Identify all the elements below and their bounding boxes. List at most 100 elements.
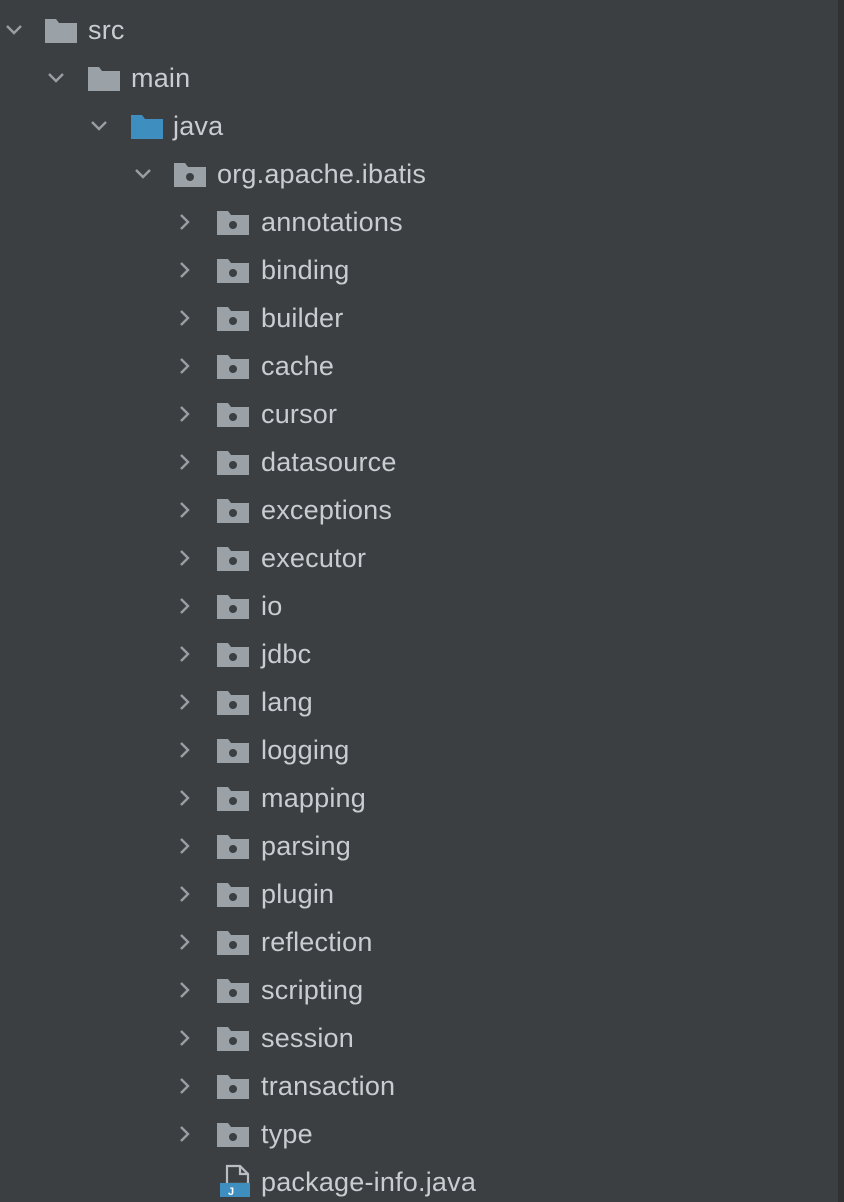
chevron-right-icon[interactable] [175,1124,195,1144]
tree-node-exceptions[interactable]: exceptions [0,486,838,534]
tree-node-label: binding [261,255,350,285]
chevron-right-icon[interactable] [175,452,195,472]
tree-node-annotations[interactable]: annotations [0,198,838,246]
package-icon [216,1072,250,1100]
tree-node-label: lang [261,687,313,717]
tree-node-io[interactable]: io [0,582,838,630]
package-icon [216,400,250,428]
source-root-folder-icon [130,112,164,140]
chevron-right-icon[interactable] [175,500,195,520]
tree-node-label: org.apache.ibatis [217,159,427,189]
package-icon [173,160,207,188]
tree-node-transaction[interactable]: transaction [0,1062,838,1110]
tree-node-reflection[interactable]: reflection [0,918,838,966]
tree-node-logging[interactable]: logging [0,726,838,774]
chevron-right-icon[interactable] [175,212,195,232]
tree-node-builder[interactable]: builder [0,294,838,342]
tree-node-lang[interactable]: lang [0,678,838,726]
package-icon [216,688,250,716]
package-icon [216,928,250,956]
chevron-down-icon[interactable] [4,20,24,40]
tree-node-label: jdbc [261,639,312,669]
chevron-right-icon[interactable] [175,980,195,1000]
chevron-right-icon[interactable] [175,308,195,328]
package-icon [216,208,250,236]
tree-node-type[interactable]: type [0,1110,838,1158]
tree-node-label: logging [261,735,350,765]
chevron-right-icon[interactable] [175,1076,195,1096]
chevron-right-icon[interactable] [175,788,195,808]
tree-node-label: executor [261,543,367,573]
tree-node-java[interactable]: java [0,102,838,150]
folder-icon [44,16,78,44]
tree-node-plugin[interactable]: plugin [0,870,838,918]
tree-node-scripting[interactable]: scripting [0,966,838,1014]
java-file-icon: J [218,1164,252,1198]
tree-node-label: type [261,1119,313,1149]
package-icon [216,784,250,812]
folder-icon [87,64,121,92]
tree-node-datasource[interactable]: datasource [0,438,838,486]
chevron-right-icon[interactable] [175,1028,195,1048]
tree-node-mapping[interactable]: mapping [0,774,838,822]
tree-node-jdbc[interactable]: jdbc [0,630,838,678]
chevron-right-icon[interactable] [175,356,195,376]
chevron-right-icon[interactable] [175,644,195,664]
chevron-right-icon[interactable] [175,884,195,904]
chevron-right-icon[interactable] [175,260,195,280]
scrollbar-track[interactable] [838,0,844,1202]
chevron-down-icon[interactable] [133,164,153,184]
package-icon [216,880,250,908]
tree-node-label: package-info.java [261,1167,477,1197]
chevron-right-icon[interactable] [175,740,195,760]
package-icon [216,976,250,1004]
tree-node-label: cursor [261,399,338,429]
package-icon [216,448,250,476]
chevron-right-icon[interactable] [175,692,195,712]
package-icon [216,1120,250,1148]
chevron-right-icon[interactable] [175,932,195,952]
tree-node-org-apache-ibatis[interactable]: org.apache.ibatis [0,150,838,198]
tree-node-label: annotations [261,207,403,237]
project-tree: src main java org.apache.ibatis annotati… [0,0,838,1202]
tree-node-label: mapping [261,783,366,813]
tree-node-binding[interactable]: binding [0,246,838,294]
chevron-down-icon[interactable] [89,116,109,136]
tree-node-executor[interactable]: executor [0,534,838,582]
tree-node-label: plugin [261,879,335,909]
package-icon [216,1024,250,1052]
package-icon [216,256,250,284]
tree-node-parsing[interactable]: parsing [0,822,838,870]
tree-node-cursor[interactable]: cursor [0,390,838,438]
package-icon [216,544,250,572]
chevron-down-icon[interactable] [46,68,66,88]
chevron-right-icon[interactable] [175,596,195,616]
tree-node-label: datasource [261,447,397,477]
package-icon [216,304,250,332]
tree-node-label: cache [261,351,335,381]
tree-node-label: main [131,63,191,93]
package-icon [216,736,250,764]
package-icon [216,592,250,620]
tree-node-label: scripting [261,975,364,1005]
tree-node-label: io [261,591,283,621]
tree-node-package-info-java[interactable]: J package-info.java [0,1158,838,1202]
tree-node-cache[interactable]: cache [0,342,838,390]
tree-node-src[interactable]: src [0,6,838,54]
tree-node-main[interactable]: main [0,54,838,102]
svg-text:J: J [228,1186,234,1198]
package-icon [216,352,250,380]
tree-node-session[interactable]: session [0,1014,838,1062]
chevron-right-icon[interactable] [175,404,195,424]
tree-node-label: src [88,15,125,45]
package-icon [216,832,250,860]
tree-node-label: reflection [261,927,373,957]
chevron-right-icon[interactable] [175,836,195,856]
tree-node-label: exceptions [261,495,393,525]
tree-node-label: builder [261,303,344,333]
package-icon [216,640,250,668]
tree-node-label: parsing [261,831,351,861]
tree-node-label: transaction [261,1071,396,1101]
tree-node-label: session [261,1023,354,1053]
chevron-right-icon[interactable] [175,548,195,568]
